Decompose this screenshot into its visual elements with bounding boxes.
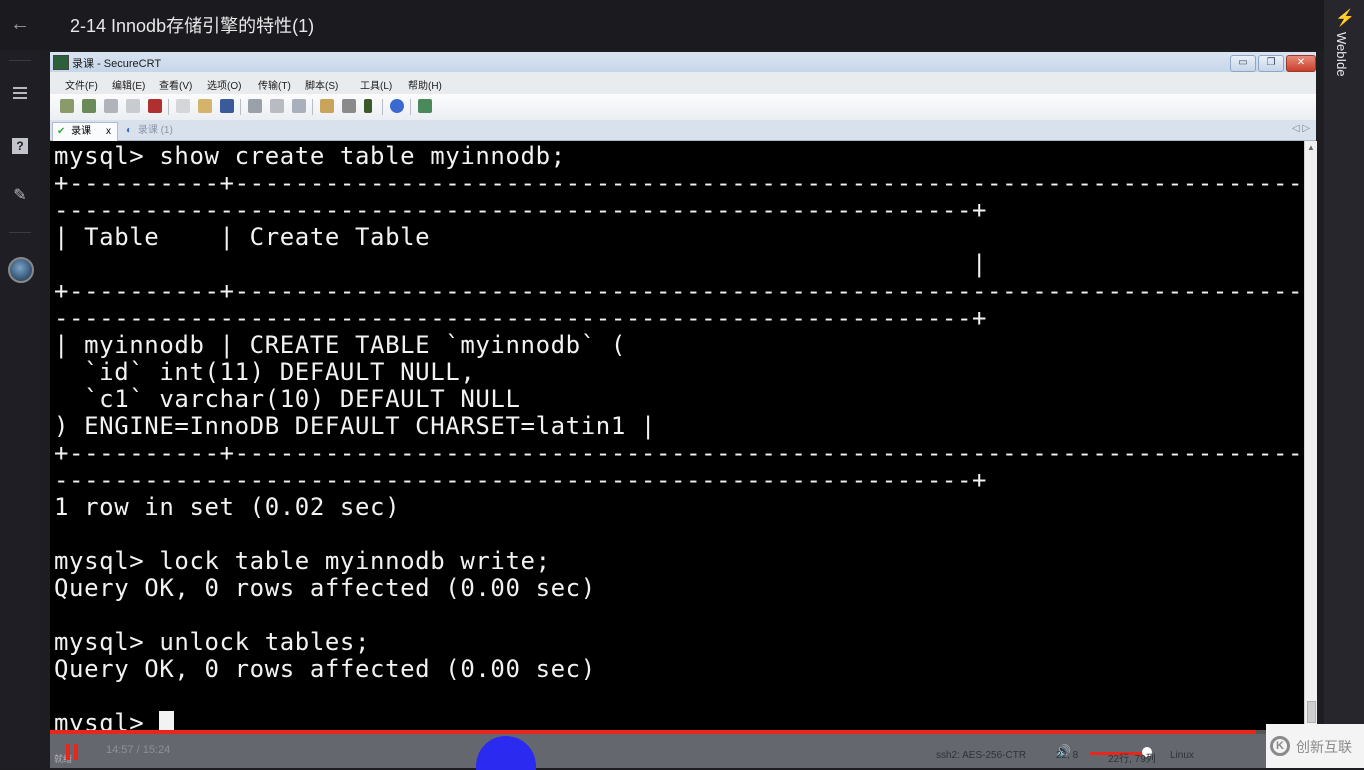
divider (382, 99, 383, 115)
pause-button[interactable] (66, 744, 80, 760)
tab-scroll-arrows[interactable]: ◁ ▷ (1292, 123, 1310, 134)
pencil-icon[interactable]: ✎ (8, 184, 32, 208)
divider (9, 232, 31, 233)
question-glyph: ? (12, 138, 28, 154)
menu-script[interactable]: 脚本(S) (305, 77, 338, 92)
menu-tools[interactable]: 工具(L) (360, 77, 392, 92)
tab-session-active[interactable]: ✔ 录课 x (52, 122, 118, 141)
webide-icon[interactable]: ⚡ (1335, 10, 1355, 28)
question-icon[interactable]: ? (8, 134, 32, 158)
session-icon: ◐ (126, 125, 133, 136)
menu-bar: 文件(F) 编辑(E) 查看(V) 选项(O) 传输(T) 脚本(S) 工具(L… (50, 72, 1316, 94)
close-button[interactable]: ✕ (1286, 55, 1316, 72)
terminal-line: `c1` varchar(10) DEFAULT NULL (54, 385, 521, 413)
terminal-line: ----------------------------------------… (54, 196, 988, 224)
brand-watermark: K 创新互联 (1266, 724, 1364, 768)
terminal-line: | myinnodb | CREATE TABLE `myinnodb` ( (54, 331, 626, 359)
session-tabs: ✔ 录课 x ◐ 录课 (1) ◁ ▷ (50, 120, 1316, 141)
status-os: Linux (1170, 750, 1194, 761)
connect-tab-icon[interactable] (104, 99, 118, 113)
terminal-line: `id` int(11) DEFAULT NULL, (54, 358, 476, 386)
brand-name: 创新互联 (1296, 739, 1352, 755)
window-title: 录课 - SecureCRT (72, 58, 162, 70)
menu-icon[interactable] (8, 84, 32, 108)
terminal-line: +----------+----------------------------… (54, 439, 1304, 467)
menu-view[interactable]: 查看(V) (159, 77, 192, 92)
lesson-title: 2-14 Innodb存储引擎的特性(1) (70, 16, 315, 36)
menu-file[interactable]: 文件(F) (65, 77, 98, 92)
divider (410, 99, 411, 115)
copy-icon[interactable] (176, 99, 190, 113)
terminal-line: 1 row in set (0.02 sec) (54, 493, 401, 521)
menu-help[interactable]: 帮助(H) (408, 77, 442, 92)
right-sidebar: ⚡ WebIde (1324, 0, 1364, 768)
print-icon[interactable] (248, 99, 262, 113)
status-cursor: 22, 8 (1056, 750, 1079, 761)
terminal-line: mysql> lock table myinnodb write; (54, 547, 551, 575)
reconnect-icon[interactable] (126, 99, 140, 113)
print-setup-icon[interactable] (292, 99, 306, 113)
session-options-icon[interactable] (320, 99, 334, 113)
toolbar (50, 94, 1316, 120)
divider (168, 99, 169, 115)
terminal-line: ) ENGINE=InnoDB DEFAULT CHARSET=latin1 | (54, 412, 656, 440)
connect-icon[interactable] (60, 99, 74, 113)
tab-label: 录课 (71, 126, 92, 137)
terminal-line: ----------------------------------------… (54, 304, 988, 332)
scroll-up-icon[interactable]: ▲ (1307, 143, 1315, 152)
terminal-scrollbar[interactable]: ▲ (1304, 141, 1317, 731)
terminal-cursor (159, 711, 175, 731)
tab-label: 录课 (1) (137, 125, 173, 136)
terminal-line: +----------+----------------------------… (54, 169, 1304, 197)
keymap-icon[interactable] (364, 99, 372, 113)
player-bar: 就绪 14:57 / 15:24 ssh2: AES-256-CTR 🔊 22,… (50, 734, 1316, 770)
paste-icon[interactable] (198, 99, 212, 113)
tab-session-2[interactable]: ◐ 录课 (1) (126, 122, 186, 140)
quick-connect-icon[interactable] (82, 99, 96, 113)
terminal[interactable]: mysql> show create table myinnodb; +-----… (50, 141, 1304, 731)
status-size: 22行, 79列 (1108, 754, 1156, 765)
tab-close-icon[interactable]: x (106, 126, 111, 137)
window-titlebar: 录课 - SecureCRT ▭ ❐ ✕ (50, 52, 1316, 72)
print-selection-icon[interactable] (270, 99, 284, 113)
terminal-line: | (54, 250, 988, 278)
global-options-icon[interactable] (342, 99, 356, 113)
video-player-controls: 就绪 14:57 / 15:24 ssh2: AES-256-CTR 🔊 22,… (50, 730, 1316, 770)
left-sidebar: ? ✎ (0, 50, 40, 768)
terminal-line: ----------------------------------------… (54, 466, 988, 494)
terminal-line: +----------+----------------------------… (54, 277, 1304, 305)
menu-edit[interactable]: 编辑(E) (112, 77, 145, 92)
webide-button[interactable]: WebIde (1334, 32, 1349, 77)
check-icon: ✔ (57, 126, 66, 137)
securecrt-app-icon (53, 55, 69, 70)
disconnect-icon[interactable] (148, 99, 162, 113)
terminal-line: | Table | Create Table (54, 223, 431, 251)
overlay-blob (476, 736, 536, 770)
sftp-icon[interactable] (418, 99, 432, 113)
playback-time: 14:57 / 15:24 (106, 744, 171, 756)
minimize-button[interactable]: ▭ (1230, 55, 1256, 72)
video-header: ← 2-14 Innodb存储引擎的特性(1) (0, 0, 1364, 50)
terminal-line: mysql> (54, 710, 175, 731)
find-icon[interactable] (220, 99, 234, 113)
back-arrow-icon[interactable]: ← (10, 12, 30, 36)
brand-logo-icon: K (1270, 736, 1290, 756)
restore-button[interactable]: ❐ (1258, 55, 1284, 72)
help-icon[interactable] (390, 99, 404, 113)
terminal-line: Query OK, 0 rows affected (0.00 sec) (54, 655, 596, 683)
terminal-line: Query OK, 0 rows affected (0.00 sec) (54, 574, 596, 602)
terminal-line: mysql> unlock tables; (54, 628, 371, 656)
menu-transfer[interactable]: 传输(T) (258, 77, 291, 92)
divider (240, 99, 241, 115)
securecrt-window: 录课 - SecureCRT ▭ ❐ ✕ 文件(F) 编辑(E) 查看(V) 选… (50, 52, 1317, 768)
menu-options[interactable]: 选项(O) (207, 77, 241, 92)
scrollbar-thumb[interactable] (1307, 701, 1316, 723)
terminal-line: mysql> show create table myinnodb; (54, 142, 566, 170)
status-protocol: ssh2: AES-256-CTR (936, 750, 1027, 761)
divider (9, 60, 31, 61)
divider (312, 99, 313, 115)
avatar[interactable] (8, 257, 34, 283)
